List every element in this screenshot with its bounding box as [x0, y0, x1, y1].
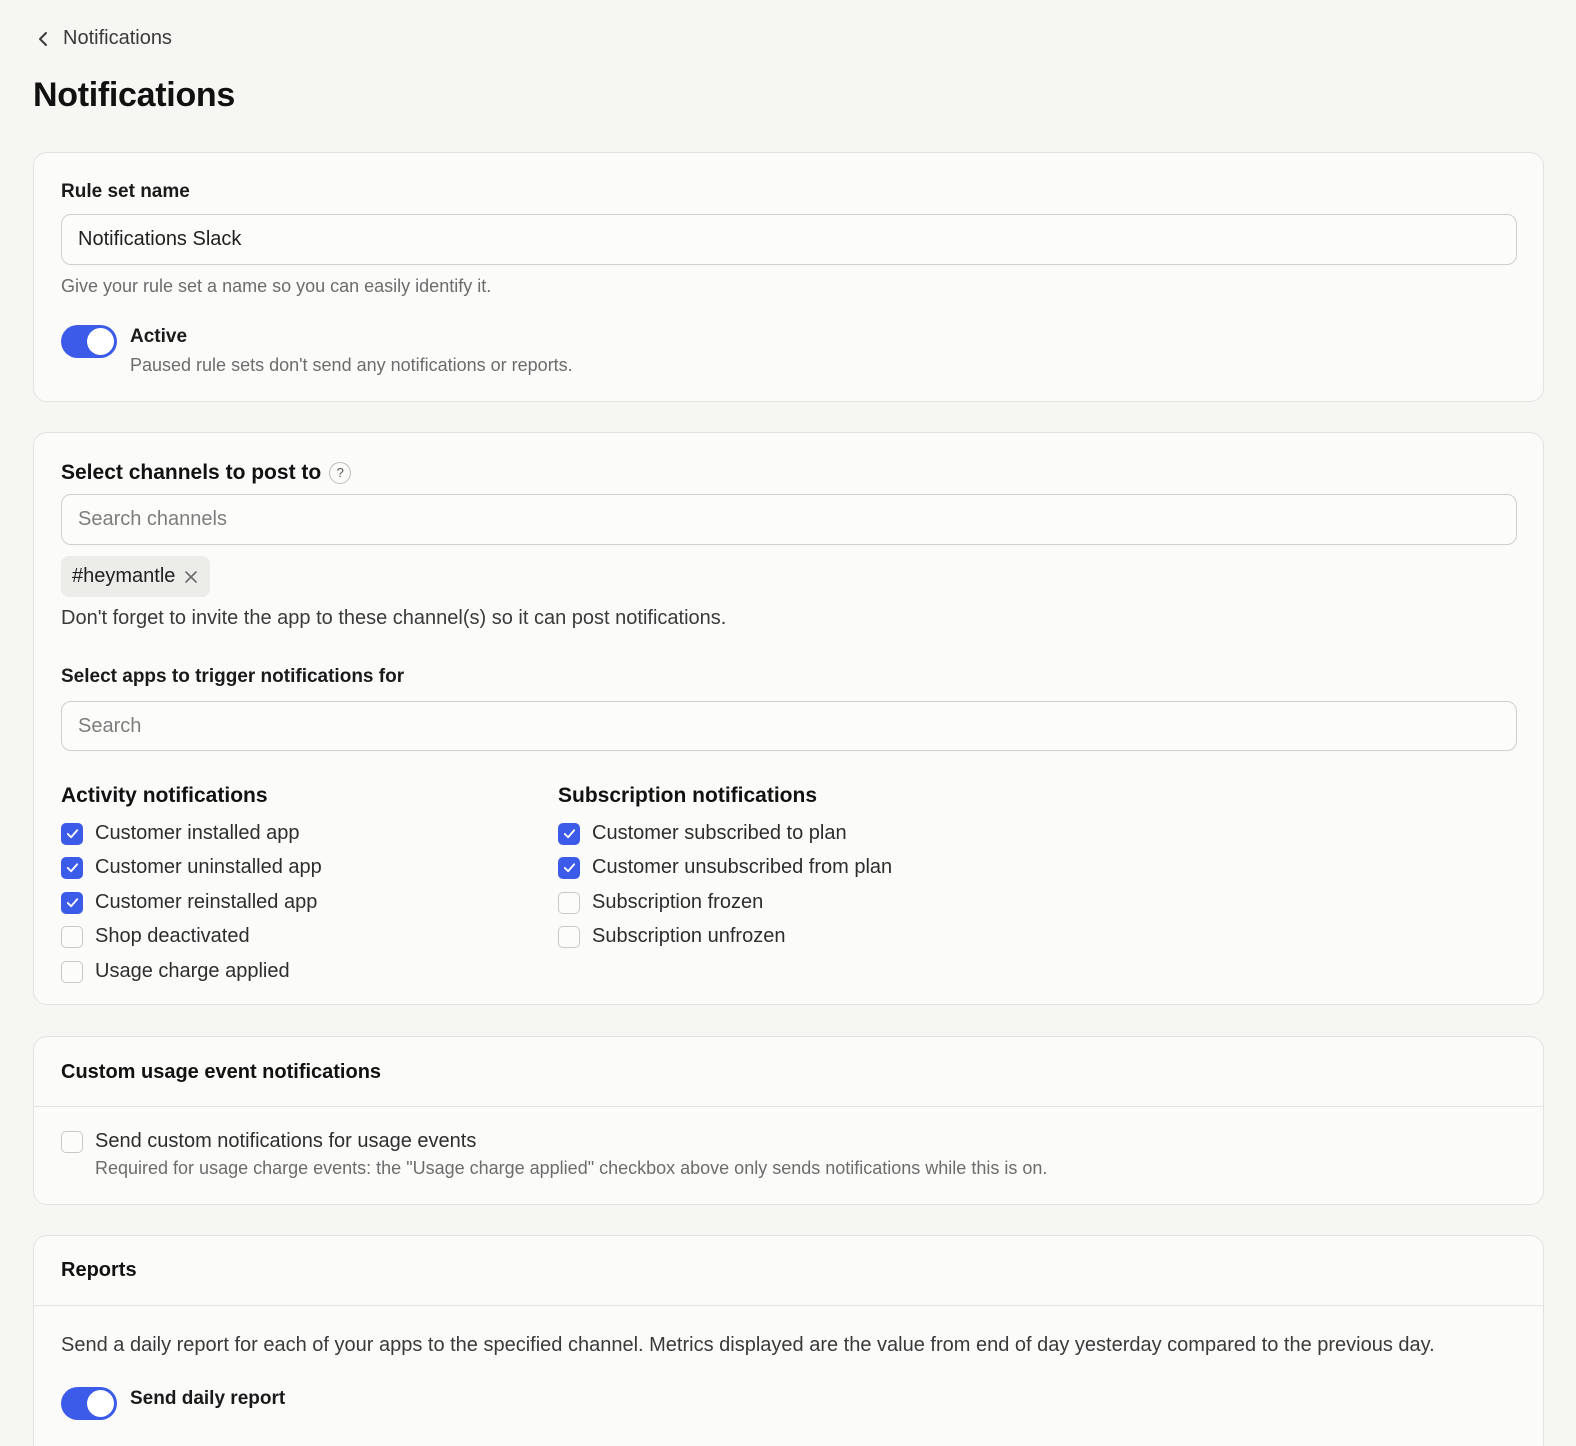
help-icon[interactable]: ?: [329, 461, 352, 484]
reports-card: Reports Send a daily report for each of …: [33, 1235, 1544, 1446]
daily-report-toggle[interactable]: [61, 1387, 117, 1420]
rule-set-name-label: Rule set name: [61, 181, 190, 202]
active-help: Paused rule sets don't send any notifica…: [130, 355, 573, 375]
rule-set-name-help: Give your rule set a name so you can eas…: [61, 276, 492, 296]
activity-title: Activity notifications: [61, 784, 268, 807]
custom-usage-card: Custom usage event notifications Send cu…: [33, 1036, 1544, 1205]
reports-description: Send a daily report for each of your app…: [61, 1334, 1435, 1356]
subscription-item[interactable]: Customer subscribed to plan: [558, 822, 847, 845]
activity-item-label: Shop deactivated: [95, 925, 250, 947]
chevron-left-icon: [39, 31, 47, 46]
subscription-item-label: Subscription frozen: [592, 891, 764, 913]
activity-item[interactable]: Customer installed app: [61, 822, 300, 845]
toggle-knob: [87, 328, 114, 355]
activity-item-label: Customer installed app: [95, 822, 300, 844]
custom-usage-title: Custom usage event notifications: [61, 1061, 382, 1083]
activity-item[interactable]: Shop deactivated: [61, 925, 250, 948]
breadcrumb[interactable]: Notifications: [33, 27, 172, 50]
divider: [34, 1106, 1543, 1107]
rule-set-card: Rule set name Give your rule set a name …: [33, 152, 1544, 402]
activity-item-label: Usage charge applied: [95, 960, 290, 982]
check-icon: [66, 863, 78, 873]
activity-item[interactable]: Customer reinstalled app: [61, 891, 317, 914]
toggle-knob: [87, 1390, 114, 1417]
checkbox-unchecked[interactable]: [61, 1130, 83, 1153]
check-icon: [563, 829, 575, 839]
rule-set-name-input[interactable]: [61, 214, 1517, 265]
breadcrumb-label: Notifications: [63, 27, 172, 49]
divider: [34, 1305, 1543, 1306]
channel-search-input[interactable]: [61, 494, 1517, 545]
checkbox-checked[interactable]: [558, 822, 580, 845]
custom-usage-option-label: Send custom notifications for usage even…: [95, 1130, 477, 1152]
active-toggle[interactable]: [61, 325, 117, 358]
reports-title: Reports: [61, 1259, 137, 1281]
channels-label-text: Select channels to post to: [61, 461, 322, 484]
subscription-item[interactable]: Customer unsubscribed from plan: [558, 856, 892, 879]
channels-note: Don't forget to invite the app to these …: [61, 607, 727, 629]
checkbox-unchecked[interactable]: [558, 925, 580, 948]
apps-search-input[interactable]: [61, 701, 1517, 751]
active-label: Active: [130, 326, 188, 347]
checkbox-checked[interactable]: [61, 822, 83, 845]
custom-usage-help: Required for usage charge events: the "U…: [95, 1158, 1048, 1178]
checkbox-checked[interactable]: [61, 856, 83, 879]
subscription-item-label: Customer subscribed to plan: [592, 822, 847, 844]
checkbox-unchecked[interactable]: [558, 891, 580, 914]
custom-usage-option[interactable]: Send custom notifications for usage even…: [61, 1130, 476, 1153]
checkbox-checked[interactable]: [61, 891, 83, 914]
checkbox-unchecked[interactable]: [61, 960, 83, 983]
page-title: Notifications: [33, 76, 235, 114]
channel-chip-label: #heymantle: [72, 565, 176, 587]
channel-chip: #heymantle: [61, 556, 211, 597]
activity-item-label: Customer reinstalled app: [95, 891, 318, 913]
apps-label: Select apps to trigger notifications for: [61, 666, 405, 687]
subscription-item[interactable]: Subscription frozen: [558, 891, 763, 914]
close-icon[interactable]: [183, 569, 199, 585]
subscription-item-label: Subscription unfrozen: [592, 925, 786, 947]
check-icon: [563, 863, 575, 873]
subscription-title: Subscription notifications: [558, 784, 818, 807]
activity-item-label: Customer uninstalled app: [95, 856, 322, 878]
daily-report-label: Send daily report: [130, 1388, 286, 1409]
channels-label: Select channels to post to?: [61, 461, 352, 485]
checkbox-unchecked[interactable]: [61, 925, 83, 948]
checkbox-checked[interactable]: [558, 856, 580, 879]
activity-item[interactable]: Customer uninstalled app: [61, 856, 322, 879]
activity-item[interactable]: Usage charge applied: [61, 960, 290, 983]
check-icon: [66, 898, 78, 908]
subscription-item-label: Customer unsubscribed from plan: [592, 856, 893, 878]
subscription-item[interactable]: Subscription unfrozen: [558, 925, 785, 948]
channels-card: Select channels to post to? #heymantle D…: [33, 432, 1544, 1005]
check-icon: [66, 829, 78, 839]
